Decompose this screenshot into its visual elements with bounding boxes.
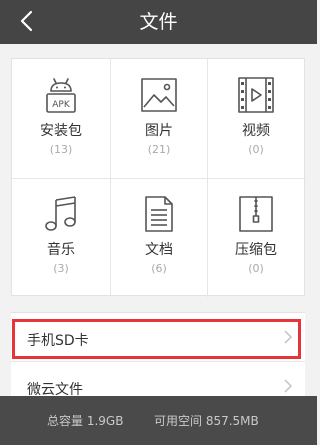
category-label: 图片 (145, 123, 173, 139)
category-label: 安装包 (40, 123, 82, 139)
category-count: (0) (248, 143, 264, 156)
category-count: (3) (53, 262, 69, 275)
list-item-sd-card[interactable]: 手机SD卡 (11, 313, 305, 361)
category-label: 压缩包 (235, 242, 277, 258)
highlight-box (12, 319, 301, 359)
android-apk-icon: APK (46, 78, 76, 113)
category-grid: APK 安装包 (13) 图片 (21) 视频 (0) 音乐 (3) 文档 (6… (11, 58, 306, 297)
document-icon (145, 196, 173, 232)
top-bar: 文件 (0, 0, 317, 44)
total-capacity: 总容量 1.9GB (47, 414, 124, 428)
category-music[interactable]: 音乐 (3) (12, 178, 110, 297)
category-count: (0) (248, 262, 264, 275)
category-video[interactable]: 视频 (0) (207, 59, 305, 178)
category-count: (21) (147, 143, 171, 156)
category-apk[interactable]: APK 安装包 (13) (12, 59, 110, 178)
category-label: 视频 (242, 123, 270, 139)
category-images[interactable]: 图片 (21) (110, 59, 208, 178)
free-space: 可用空间 857.5MB (154, 414, 259, 428)
storage-list: 手机SD卡 微云文件 (11, 312, 305, 398)
apk-badge-text: APK (52, 100, 71, 110)
category-documents[interactable]: 文档 (6) (110, 178, 208, 297)
storage-footer: 总容量 1.9GB 可用空间 857.5MB (0, 396, 317, 445)
category-archive[interactable]: 压缩包 (0) (207, 178, 305, 297)
page-title: 文件 (139, 11, 178, 33)
music-note-icon (45, 196, 76, 231)
category-label: 音乐 (47, 242, 75, 258)
category-label: 文档 (145, 242, 173, 258)
video-film-icon (238, 77, 274, 113)
category-count: (13) (49, 143, 73, 156)
zip-archive-icon (239, 196, 273, 232)
category-count: (6) (151, 262, 167, 275)
image-icon (141, 78, 177, 112)
chevron-right-icon (284, 379, 293, 393)
